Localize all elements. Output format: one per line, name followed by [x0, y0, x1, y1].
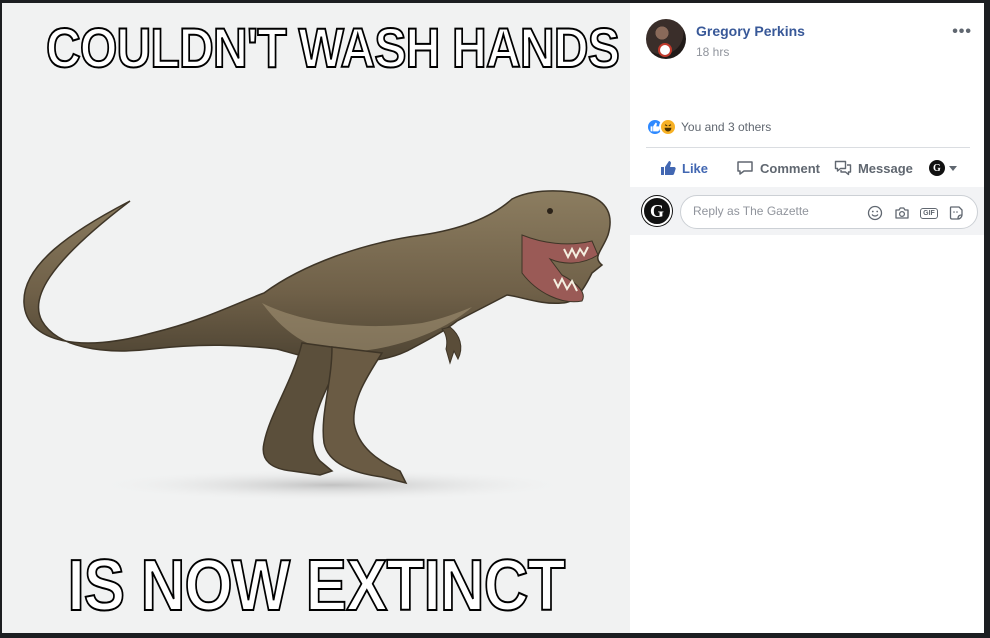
chevron-down-icon	[948, 165, 957, 171]
emoji-icon[interactable]	[866, 204, 884, 222]
comment-composer: G GIF	[630, 187, 984, 235]
post-timestamp[interactable]: 18 hrs	[696, 45, 729, 59]
message-icon	[834, 160, 852, 176]
reactions-summary[interactable]: You and 3 others	[646, 117, 771, 137]
gazette-avatar-icon: G	[642, 196, 672, 226]
comment-icon	[737, 161, 753, 175]
reply-box[interactable]: GIF	[680, 195, 978, 229]
camera-icon[interactable]	[893, 204, 911, 222]
more-options-icon[interactable]: •••	[952, 23, 972, 41]
comment-button[interactable]: Comment	[736, 160, 820, 176]
meme-caption-bottom: IS NOW EXTINCT	[67, 545, 567, 627]
post-viewer: COULDN'T WASH HANDS IS NOW EXTINCT Grego…	[2, 3, 984, 633]
reply-tools: GIF	[857, 204, 965, 222]
post-actions: Like Comment Message G	[646, 153, 970, 183]
reply-input[interactable]	[693, 204, 853, 218]
gif-icon[interactable]: GIF	[920, 204, 938, 222]
comment-label: Comment	[760, 160, 820, 176]
reactions-text[interactable]: You and 3 others	[681, 120, 771, 134]
like-button[interactable]: Like	[660, 160, 708, 176]
sticker-icon[interactable]	[947, 204, 965, 222]
gif-label: GIF	[920, 207, 938, 219]
like-label: Like	[682, 160, 709, 176]
post-header: Gregory Perkins 18 hrs •••	[646, 19, 976, 63]
meme-caption-top: COULDN'T WASH HANDS	[45, 15, 621, 80]
post-photo[interactable]: COULDN'T WASH HANDS IS NOW EXTINCT	[2, 3, 630, 633]
avatar-badge-icon	[658, 43, 672, 57]
divider	[646, 147, 970, 148]
post-sidebar: Gregory Perkins 18 hrs ••• You and 3 oth…	[630, 3, 984, 633]
message-button[interactable]: Message	[834, 160, 913, 176]
haha-reaction-icon	[659, 118, 677, 136]
dinosaur-illustration	[23, 190, 611, 501]
page-switcher[interactable]: G	[928, 160, 957, 176]
thumbs-up-icon	[661, 161, 676, 175]
message-label: Message	[857, 160, 913, 176]
author-avatar[interactable]	[646, 19, 686, 59]
author-name-link[interactable]: Gregory Perkins	[696, 23, 805, 39]
gazette-logo-icon: G	[928, 160, 945, 176]
